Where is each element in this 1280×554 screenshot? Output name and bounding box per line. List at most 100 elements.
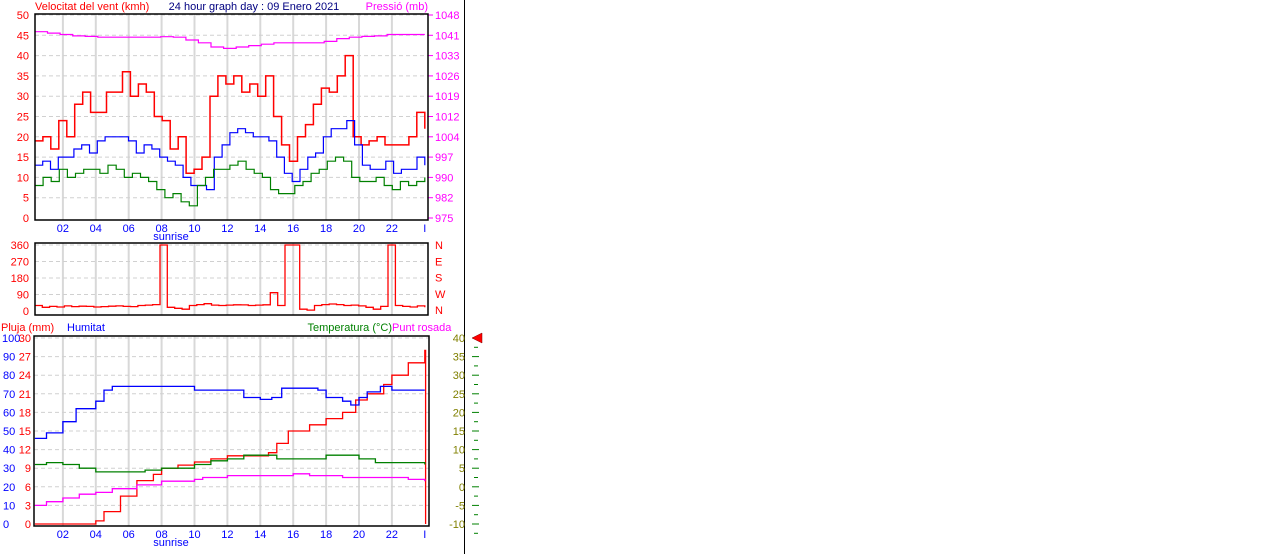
humidity-y-tick-label: 60 (3, 407, 15, 419)
x-tick-label: 16 (287, 529, 299, 541)
wind-y-tick-label: 15 (17, 152, 29, 164)
humidity-y-tick-label: 20 (3, 482, 15, 494)
rain-y-tick-label: 3 (25, 500, 31, 512)
temp-y-tick-label: 10 (453, 445, 465, 457)
rain-y-tick-label: 27 (19, 352, 31, 364)
temp-y-tick-label: 5 (459, 463, 465, 475)
wind-y-tick-label: 0 (23, 213, 29, 225)
direction-y-tick-label: 270 (11, 257, 29, 269)
wind-direction-panel: 090180270360 NESWN (11, 240, 446, 318)
rain-y-tick-label: 9 (25, 463, 31, 475)
humidity-y-tick-label: 40 (3, 445, 15, 457)
compass-label: S (435, 273, 442, 285)
rain-y-tick-label: 0 (25, 519, 31, 531)
humidity-y-tick-label: 0 (3, 519, 9, 531)
rain-humidity-temp-panel: 0102030405060708090100036912151821242730… (2, 333, 479, 541)
humidity-y-tick-label: 100 (2, 333, 20, 345)
temp-y-tick-label: 15 (453, 426, 465, 438)
dewpoint-label: Punt rosada (392, 322, 452, 334)
rain-y-tick-label: 6 (25, 482, 31, 494)
pressure-y-tick-label: 1019 (435, 91, 459, 103)
pressure-label: Pressió (mb) (366, 1, 428, 13)
compass-label: E (435, 256, 442, 268)
x-tick-label: 18 (320, 223, 332, 235)
wind-y-tick-label: 20 (17, 132, 29, 144)
x-tick-label: 14 (254, 223, 266, 235)
humidity-y-tick-label: 30 (3, 463, 15, 475)
x-tick-label: 02 (57, 223, 69, 235)
x-tick-label: 06 (123, 529, 135, 541)
pressure-y-tick-label: 1041 (435, 30, 459, 42)
pressure-y-tick-label: 982 (435, 193, 453, 205)
temp-y-tick-label: 25 (453, 389, 465, 401)
pressure-y-tick-label: 997 (435, 152, 453, 164)
wind-y-tick-label: 10 (17, 172, 29, 184)
x-tick-label: 04 (90, 529, 102, 541)
rain-y-tick-label: 15 (19, 426, 31, 438)
x-tick-label: 10 (188, 529, 200, 541)
compass-label: N (435, 240, 443, 252)
x-tick-label: 22 (386, 223, 398, 235)
temp-y-tick-label: 40 (453, 333, 465, 345)
wind-y-tick-label: 45 (17, 30, 29, 42)
x-tick-label: 22 (386, 529, 398, 541)
pressure-y-tick-label: 990 (435, 172, 453, 184)
wind-y-tick-label: 25 (17, 112, 29, 124)
sunrise-label-top: sunrise (153, 231, 188, 243)
wind-speed-label: Velocitat del vent (kmh) (35, 1, 149, 13)
temp-y-tick-label: 20 (453, 407, 465, 419)
pressure-y-tick-label: 1033 (435, 51, 459, 63)
pressure-y-tick-label: 1004 (435, 132, 459, 144)
temp-y-tick-label: 35 (453, 352, 465, 364)
pressure-y-tick-label: 1048 (435, 10, 459, 22)
direction-y-tick-label: 0 (23, 306, 29, 318)
humidity-y-tick-label: 80 (3, 370, 15, 382)
temp-y-tick-label: -5 (455, 500, 465, 512)
pressure-y-tick-label: 1012 (435, 112, 459, 124)
wind-pressure-panel: 0510152025303540455097598299099710041012… (17, 10, 460, 235)
direction-y-tick-label: 180 (11, 273, 29, 285)
x-tick-label: 20 (353, 529, 365, 541)
wind-y-tick-label: 30 (17, 91, 29, 103)
humidity-y-tick-label: 50 (3, 426, 15, 438)
direction-y-tick-label: 90 (17, 290, 29, 302)
x-tick-label: 04 (90, 223, 102, 235)
pressure-y-tick-label: 1026 (435, 71, 459, 83)
x-tick-label: 12 (221, 223, 233, 235)
rain-y-tick-label: 24 (19, 370, 31, 382)
x-tick-label: 10 (188, 223, 200, 235)
weather-24h-graph: 0510152025303540455097598299099710041012… (1, 0, 483, 554)
direction-y-tick-label: 360 (11, 240, 29, 252)
temp-y-tick-label: -10 (449, 519, 465, 531)
x-tick-label: 20 (353, 223, 365, 235)
x-tick-label: 02 (57, 529, 69, 541)
temp-y-tick-label: 0 (459, 482, 465, 494)
rain-y-tick-label: 30 (19, 333, 31, 345)
humidity-y-tick-label: 70 (3, 389, 15, 401)
compass-label: W (435, 289, 446, 301)
x-tick-label: I (423, 223, 426, 235)
rain-label: Pluja (mm) (1, 322, 54, 334)
wind-y-tick-label: 5 (23, 193, 29, 205)
wind-y-tick-label: 40 (17, 51, 29, 63)
temperature-label: Temperatura (°C) (308, 322, 392, 334)
x-tick-label: 14 (254, 529, 266, 541)
rain-y-tick-label: 18 (19, 407, 31, 419)
humidity-y-tick-label: 90 (3, 352, 15, 364)
rain-y-tick-label: 12 (19, 445, 31, 457)
x-tick-label: I (423, 529, 426, 541)
temp-y-tick-label: 30 (453, 370, 465, 382)
x-tick-label: 06 (123, 223, 135, 235)
plot-area (35, 243, 428, 315)
humidity-y-tick-label: 10 (3, 500, 15, 512)
wind-y-tick-label: 50 (17, 10, 29, 22)
x-tick-label: 18 (320, 529, 332, 541)
temperature-marker-triangle (471, 332, 483, 344)
pressure-y-tick-label: 975 (435, 213, 453, 225)
wind-y-tick-label: 35 (17, 71, 29, 83)
humidity-label: Humitat (67, 322, 105, 334)
rain-y-tick-label: 21 (19, 389, 31, 401)
chart-title: 24 hour graph day : 09 Enero 2021 (169, 1, 340, 13)
x-tick-label: 16 (287, 223, 299, 235)
sunrise-label-bottom: sunrise (153, 537, 188, 549)
